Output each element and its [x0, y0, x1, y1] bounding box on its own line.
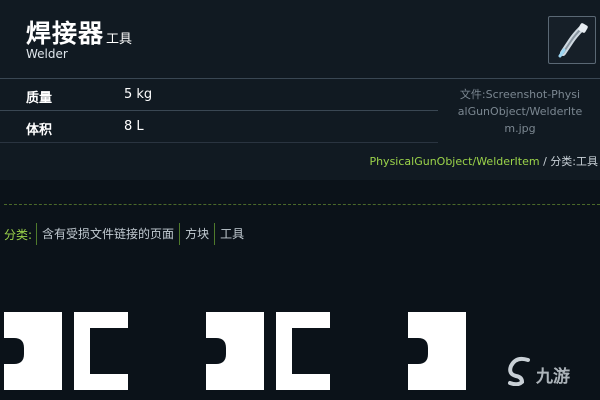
file-link-line: alGunObject/WelderIte [457, 105, 583, 118]
broken-file-link[interactable]: 文件:Screenshot-Physi alGunObject/WelderIt… [440, 86, 600, 137]
category-link-broken-files[interactable]: 含有受损文件链接的页面 [36, 223, 179, 245]
item-id-link[interactable]: PhysicalGunObject/WelderItem [369, 155, 539, 168]
property-label-volume: 体积 [26, 123, 53, 138]
property-divider [0, 110, 438, 111]
item-title: 焊接器 [26, 19, 105, 48]
property-value-volume: 8 L [124, 119, 144, 134]
item-infobox: 焊接器 工具 Welder 质量 5 kg 体积 8 L 文件:Screensh… [0, 0, 600, 180]
item-category-text[interactable]: 分类:工具 [550, 155, 598, 168]
file-link-line: m.jpg [504, 122, 536, 135]
item-category-line: PhysicalGunObject/WelderItem / 分类:工具 [369, 153, 598, 169]
watermark-text: 九游 [536, 367, 570, 387]
jiuyou-logo-icon [508, 356, 530, 386]
category-bar: 分类: 含有受损文件链接的页面 方块 工具 [4, 222, 249, 246]
category-link-tools[interactable]: 工具 [214, 223, 249, 245]
category-bar-label[interactable]: 分类: [4, 226, 32, 243]
welder-tool-icon[interactable] [548, 16, 596, 64]
header-divider [0, 78, 600, 79]
property-divider [0, 142, 438, 143]
property-label-mass: 质量 [26, 91, 53, 106]
welder-thumbnail-graphic [558, 23, 588, 58]
item-subtitle: Welder [26, 47, 68, 61]
category-link-blocks[interactable]: 方块 [179, 223, 214, 245]
section-divider [4, 204, 600, 205]
item-type-tag: 工具 [106, 32, 133, 47]
block-glyph-icon [408, 312, 466, 390]
block-glyph-icon [206, 312, 330, 390]
property-value-mass: 5 kg [124, 87, 153, 102]
category-separator: / [539, 155, 551, 168]
block-glyph-icon [4, 312, 128, 390]
infobox-header: 焊接器 工具 Welder [0, 0, 600, 78]
file-link-line: 文件:Screenshot-Physi [459, 88, 581, 101]
